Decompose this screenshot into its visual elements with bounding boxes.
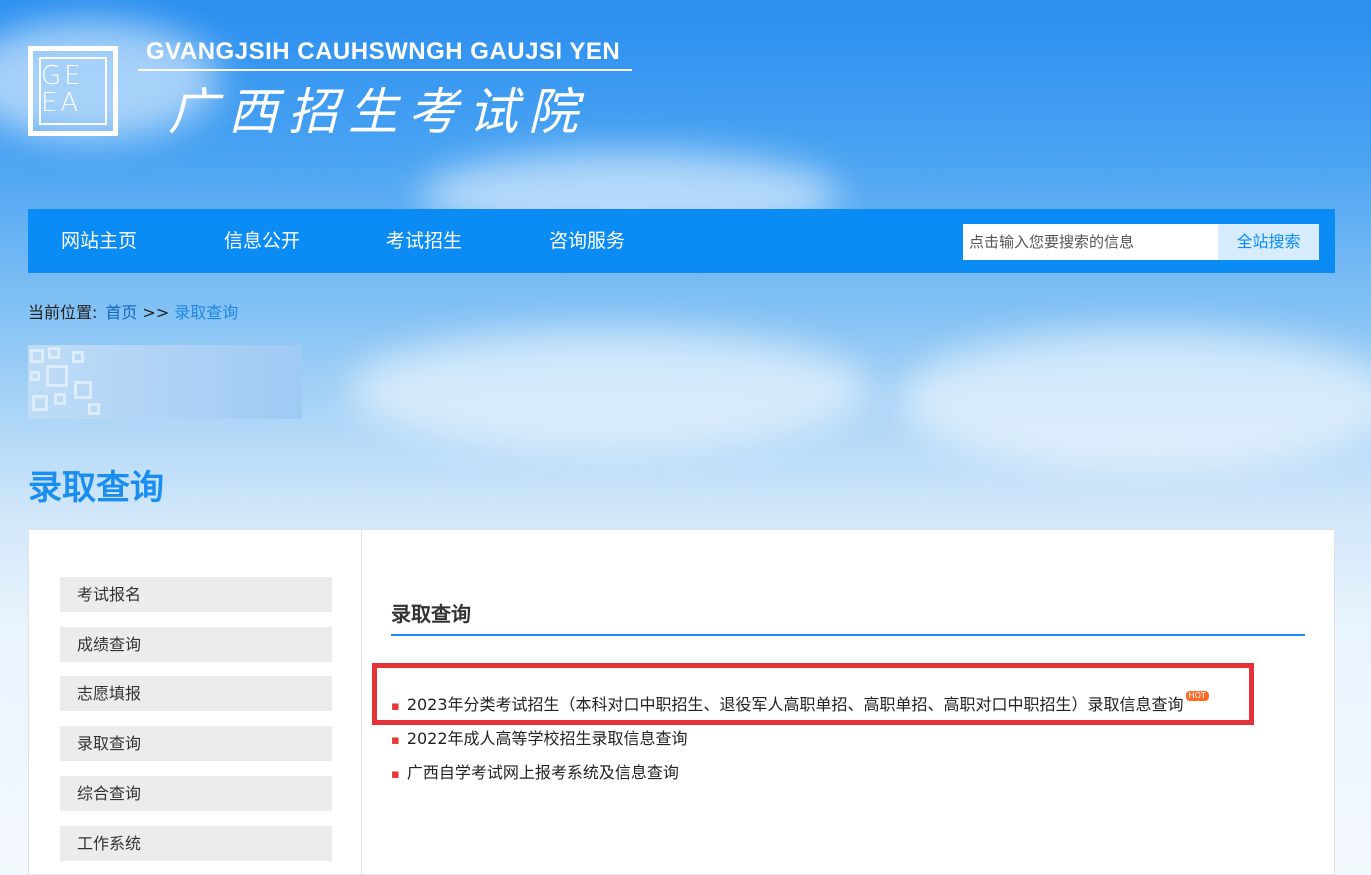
breadcrumb-home-link[interactable]: 首页 (105, 303, 137, 322)
site-logo[interactable]: GE EA (28, 46, 118, 136)
sidebar-item-general-query[interactable]: 综合查询 (60, 776, 332, 811)
bullet-icon: ▪ (391, 767, 400, 782)
cloud-decoration (350, 330, 870, 450)
breadcrumb-prefix: 当前位置: (28, 303, 98, 322)
content-title-underline (391, 634, 1305, 636)
breadcrumb: 当前位置: 首页 >> 录取查询 (28, 299, 238, 323)
admission-link-text: 广西自学考试网上报考系统及信息查询 (406, 763, 679, 782)
nav-item-info-public[interactable]: 信息公开 (224, 209, 300, 273)
nav-item-exam-enrollment[interactable]: 考试招生 (386, 209, 462, 273)
sidebar-item-work-system[interactable]: 工作系统 (60, 826, 332, 861)
site-name-en: GVANGJSIH CAUHSWNGH GAUJSI YEN (146, 38, 621, 65)
nav-item-home[interactable]: 网站主页 (61, 209, 137, 273)
search-button[interactable]: 全站搜索 (1218, 224, 1319, 260)
cloud-decoration (900, 330, 1371, 470)
sidebar-item-exam-registration[interactable]: 考试报名 (60, 577, 332, 612)
content-panel: 考试报名 成绩查询 志愿填报 录取查询 综合查询 工作系统 录取查询 ▪ 2023… (28, 529, 1335, 875)
admission-link-text: 2023年分类考试招生（本科对口中职招生、退役军人高职单招、高职单招、高职对口中… (406, 695, 1184, 714)
header-divider (138, 69, 632, 71)
bullet-icon: ▪ (391, 699, 400, 714)
section-banner-image (28, 345, 302, 419)
bullet-icon: ▪ (391, 733, 400, 748)
sidebar-item-admission-query[interactable]: 录取查询 (60, 726, 332, 761)
sidebar: 考试报名 成绩查询 志愿填报 录取查询 综合查询 工作系统 (29, 530, 362, 874)
hot-badge: HOT (1185, 691, 1209, 701)
admission-link[interactable]: ▪ 2023年分类考试招生（本科对口中职招生、退役军人高职单招、高职单招、高职对口… (391, 691, 1209, 715)
main-nav: 网站主页 信息公开 考试招生 咨询服务 全站搜索 (28, 209, 1335, 273)
logo-letters: GE EA (41, 61, 84, 118)
nav-item-consulting[interactable]: 咨询服务 (549, 209, 625, 273)
breadcrumb-current[interactable]: 录取查询 (174, 303, 238, 322)
site-name-cn: 广西招生考试院 (168, 83, 588, 141)
admission-link[interactable]: ▪ 广西自学考试网上报考系统及信息查询 (391, 759, 679, 783)
page-title: 录取查询 (28, 468, 164, 508)
content-title: 录取查询 (391, 602, 471, 626)
admission-link[interactable]: ▪ 2022年成人高等学校招生录取信息查询 (391, 725, 688, 749)
admission-link-text: 2022年成人高等学校招生录取信息查询 (406, 729, 688, 748)
search-input[interactable] (963, 224, 1218, 260)
sidebar-item-application[interactable]: 志愿填报 (60, 676, 332, 711)
sidebar-item-score-query[interactable]: 成绩查询 (60, 627, 332, 662)
breadcrumb-separator: >> (142, 303, 170, 322)
